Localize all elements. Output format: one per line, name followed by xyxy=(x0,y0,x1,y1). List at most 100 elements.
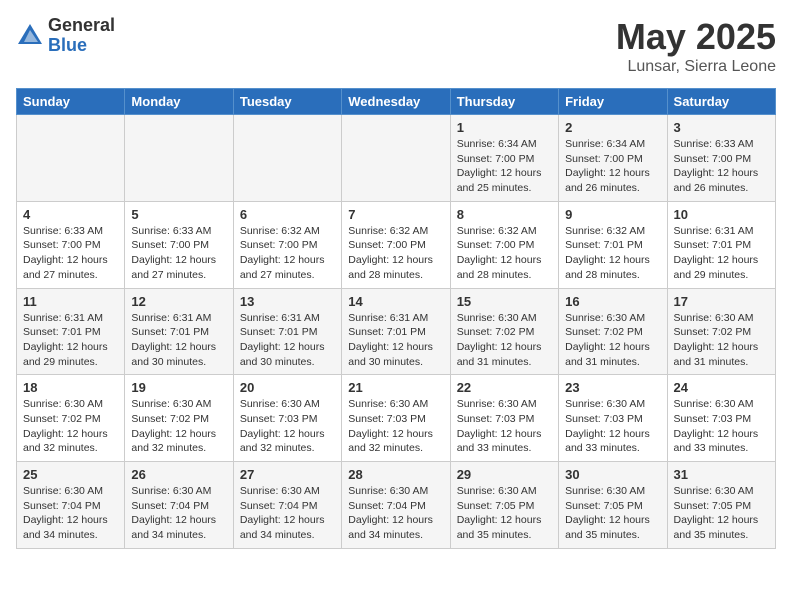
day-number: 11 xyxy=(23,294,118,309)
day-info: Sunrise: 6:31 AMSunset: 7:01 PMDaylight:… xyxy=(23,311,118,370)
calendar-cell: 23 Sunrise: 6:30 AMSunset: 7:03 PMDayligh… xyxy=(559,375,667,462)
calendar-table: SundayMondayTuesdayWednesdayThursdayFrid… xyxy=(16,88,776,549)
day-info: Sunrise: 6:34 AMSunset: 7:00 PMDaylight:… xyxy=(565,137,660,196)
calendar-week-2: 4Sunrise: 6:33 AMSunset: 7:00 PMDaylight… xyxy=(17,201,776,288)
day-number: 20 xyxy=(240,380,335,395)
day-number: 17 xyxy=(674,294,769,309)
logo-icon xyxy=(16,22,44,50)
day-number: 7 xyxy=(348,207,443,222)
day-number: 28 xyxy=(348,467,443,482)
day-number: 23 xyxy=(565,380,660,395)
calendar-cell: 4Sunrise: 6:33 AMSunset: 7:00 PMDaylight… xyxy=(17,201,125,288)
day-info: Sunrise: 6:30 AMSunset: 7:02 PMDaylight:… xyxy=(565,311,660,370)
calendar-cell: 20 Sunrise: 6:30 AMSunset: 7:03 PMDayligh… xyxy=(233,375,341,462)
day-info: Sunrise: 6:33 AMSunset: 7:00 PMDaylight:… xyxy=(674,137,769,196)
weekday-header-monday: Monday xyxy=(125,89,233,115)
day-number: 9 xyxy=(565,207,660,222)
day-info: Sunrise: 6:30 AMSunset: 7:02 PMDaylight:… xyxy=(23,397,118,456)
day-number: 1 xyxy=(457,120,552,135)
day-info: Sunrise: 6:30 AMSunset: 7:03 PMDaylight:… xyxy=(457,397,552,456)
calendar-week-4: 18Sunrise: 6:30 AMSunset: 7:02 PMDayligh… xyxy=(17,375,776,462)
day-number: 2 xyxy=(565,120,660,135)
day-info: Sunrise: 6:34 AMSunset: 7:00 PMDaylight:… xyxy=(457,137,552,196)
day-info: Sunrise: 6:30 AMSunset: 7:05 PMDaylight:… xyxy=(674,484,769,543)
day-info: Sunrise: 6:32 AMSunset: 7:00 PMDaylight:… xyxy=(348,224,443,283)
day-info: Sunrise: 6:30 AMSunset: 7:04 PMDaylight:… xyxy=(240,484,335,543)
day-number: 3 xyxy=(674,120,769,135)
day-number: 26 xyxy=(131,467,226,482)
weekday-header-saturday: Saturday xyxy=(667,89,775,115)
day-info: Sunrise: 6:33 AMSunset: 7:00 PMDaylight:… xyxy=(23,224,118,283)
calendar-cell: 16 Sunrise: 6:30 AMSunset: 7:02 PMDayligh… xyxy=(559,288,667,375)
calendar-week-5: 25 Sunrise: 6:30 AMSunset: 7:04 PMDayligh… xyxy=(17,462,776,549)
calendar-cell: 22 Sunrise: 6:30 AMSunset: 7:03 PMDayligh… xyxy=(450,375,558,462)
day-info: Sunrise: 6:30 AMSunset: 7:03 PMDaylight:… xyxy=(348,397,443,456)
calendar-body: 1 Sunrise: 6:34 AMSunset: 7:00 PMDaylight… xyxy=(17,115,776,549)
weekday-header-wednesday: Wednesday xyxy=(342,89,450,115)
weekday-header-sunday: Sunday xyxy=(17,89,125,115)
day-info: Sunrise: 6:30 AMSunset: 7:04 PMDaylight:… xyxy=(131,484,226,543)
day-info: Sunrise: 6:30 AMSunset: 7:05 PMDaylight:… xyxy=(565,484,660,543)
logo-blue: Blue xyxy=(48,36,115,56)
day-number: 31 xyxy=(674,467,769,482)
calendar-cell: 2 Sunrise: 6:34 AMSunset: 7:00 PMDaylight… xyxy=(559,115,667,202)
logo-general: General xyxy=(48,16,115,36)
calendar-cell: 6Sunrise: 6:32 AMSunset: 7:00 PMDaylight… xyxy=(233,201,341,288)
day-number: 10 xyxy=(674,207,769,222)
day-info: Sunrise: 6:32 AMSunset: 7:01 PMDaylight:… xyxy=(565,224,660,283)
title-block: May 2025 Lunsar, Sierra Leone xyxy=(616,16,776,76)
calendar-cell: 31 Sunrise: 6:30 AMSunset: 7:05 PMDayligh… xyxy=(667,462,775,549)
day-info: Sunrise: 6:30 AMSunset: 7:03 PMDaylight:… xyxy=(565,397,660,456)
day-number: 15 xyxy=(457,294,552,309)
day-number: 16 xyxy=(565,294,660,309)
calendar-cell: 15 Sunrise: 6:30 AMSunset: 7:02 PMDayligh… xyxy=(450,288,558,375)
calendar-cell xyxy=(17,115,125,202)
calendar-cell: 7 Sunrise: 6:32 AMSunset: 7:00 PMDaylight… xyxy=(342,201,450,288)
day-info: Sunrise: 6:33 AMSunset: 7:00 PMDaylight:… xyxy=(131,224,226,283)
day-number: 27 xyxy=(240,467,335,482)
day-info: Sunrise: 6:31 AMSunset: 7:01 PMDaylight:… xyxy=(240,311,335,370)
day-info: Sunrise: 6:30 AMSunset: 7:03 PMDaylight:… xyxy=(674,397,769,456)
calendar-cell: 1 Sunrise: 6:34 AMSunset: 7:00 PMDaylight… xyxy=(450,115,558,202)
day-number: 29 xyxy=(457,467,552,482)
day-info: Sunrise: 6:30 AMSunset: 7:02 PMDaylight:… xyxy=(674,311,769,370)
day-info: Sunrise: 6:30 AMSunset: 7:04 PMDaylight:… xyxy=(348,484,443,543)
calendar-cell: 17 Sunrise: 6:30 AMSunset: 7:02 PMDayligh… xyxy=(667,288,775,375)
day-number: 13 xyxy=(240,294,335,309)
day-number: 22 xyxy=(457,380,552,395)
day-number: 25 xyxy=(23,467,118,482)
day-info: Sunrise: 6:30 AMSunset: 7:02 PMDaylight:… xyxy=(131,397,226,456)
calendar-week-3: 11 Sunrise: 6:31 AMSunset: 7:01 PMDayligh… xyxy=(17,288,776,375)
calendar-cell: 14Sunrise: 6:31 AMSunset: 7:01 PMDayligh… xyxy=(342,288,450,375)
day-info: Sunrise: 6:30 AMSunset: 7:05 PMDaylight:… xyxy=(457,484,552,543)
day-info: Sunrise: 6:32 AMSunset: 7:00 PMDaylight:… xyxy=(240,224,335,283)
weekday-header-tuesday: Tuesday xyxy=(233,89,341,115)
calendar-cell: 13 Sunrise: 6:31 AMSunset: 7:01 PMDayligh… xyxy=(233,288,341,375)
day-number: 8 xyxy=(457,207,552,222)
day-info: Sunrise: 6:30 AMSunset: 7:02 PMDaylight:… xyxy=(457,311,552,370)
weekday-header-friday: Friday xyxy=(559,89,667,115)
calendar-week-1: 1 Sunrise: 6:34 AMSunset: 7:00 PMDaylight… xyxy=(17,115,776,202)
calendar-cell: 25Sunrise: 6:30 AMSunset: 7:04 PMDayligh… xyxy=(17,462,125,549)
day-number: 12 xyxy=(131,294,226,309)
calendar-cell: 26 Sunrise: 6:30 AMSunset: 7:04 PMDayligh… xyxy=(125,462,233,549)
calendar-cell: 30Sunrise: 6:30 AMSunset: 7:05 PMDayligh… xyxy=(559,462,667,549)
day-info: Sunrise: 6:31 AMSunset: 7:01 PMDaylight:… xyxy=(131,311,226,370)
day-info: Sunrise: 6:30 AMSunset: 7:03 PMDaylight:… xyxy=(240,397,335,456)
subtitle: Lunsar, Sierra Leone xyxy=(616,58,776,76)
calendar-cell xyxy=(125,115,233,202)
calendar-cell: 28 Sunrise: 6:30 AMSunset: 7:04 PMDayligh… xyxy=(342,462,450,549)
day-number: 19 xyxy=(131,380,226,395)
logo: General Blue xyxy=(16,16,115,56)
calendar-cell: 5Sunrise: 6:33 AMSunset: 7:00 PMDaylight… xyxy=(125,201,233,288)
calendar-cell: 3 Sunrise: 6:33 AMSunset: 7:00 PMDaylight… xyxy=(667,115,775,202)
weekday-header-row: SundayMondayTuesdayWednesdayThursdayFrid… xyxy=(17,89,776,115)
weekday-header-thursday: Thursday xyxy=(450,89,558,115)
main-title: May 2025 xyxy=(616,16,776,58)
calendar-cell: 29 Sunrise: 6:30 AMSunset: 7:05 PMDayligh… xyxy=(450,462,558,549)
day-info: Sunrise: 6:31 AMSunset: 7:01 PMDaylight:… xyxy=(674,224,769,283)
calendar-cell: 27 Sunrise: 6:30 AMSunset: 7:04 PMDayligh… xyxy=(233,462,341,549)
logo-text: General Blue xyxy=(48,16,115,56)
calendar-cell: 12 Sunrise: 6:31 AMSunset: 7:01 PMDayligh… xyxy=(125,288,233,375)
day-info: Sunrise: 6:31 AMSunset: 7:01 PMDaylight:… xyxy=(348,311,443,370)
